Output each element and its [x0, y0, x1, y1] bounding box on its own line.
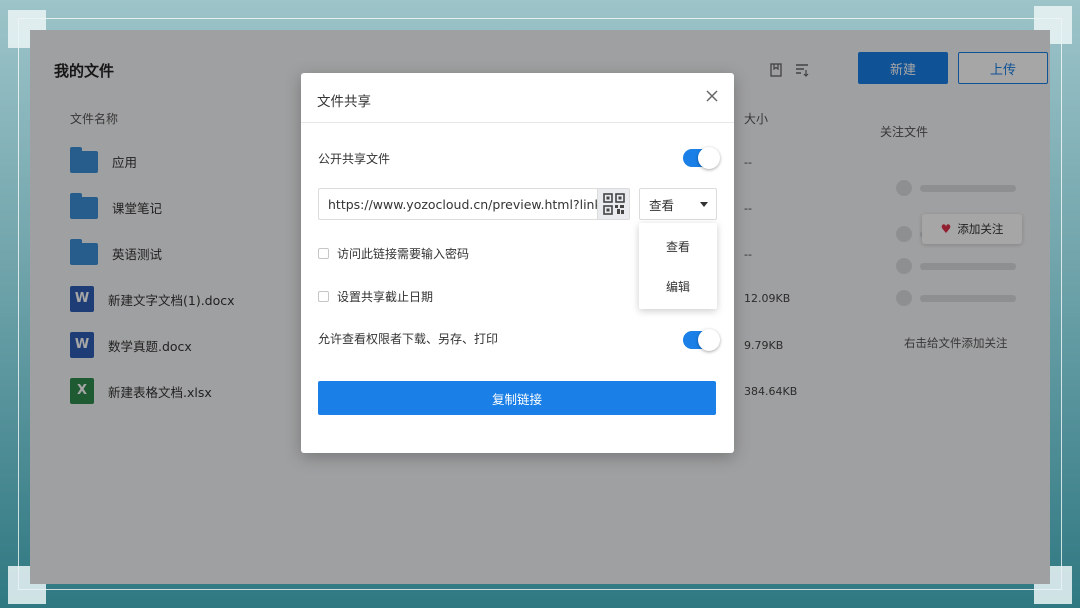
expiry-option[interactable]: 设置共享截止日期	[318, 288, 433, 305]
permission-option-edit[interactable]: 编辑	[639, 278, 717, 295]
password-label: 访问此链接需要输入密码	[337, 247, 470, 261]
allow-download-toggle[interactable]	[683, 329, 720, 351]
permission-dropdown: 查看 编辑	[639, 223, 717, 309]
password-option[interactable]: 访问此链接需要输入密码	[318, 245, 469, 262]
permission-selected: 查看	[649, 197, 675, 213]
expiry-label: 设置共享截止日期	[337, 290, 434, 304]
qr-code-icon	[602, 193, 625, 215]
dialog-header: 文件共享	[301, 73, 734, 123]
password-checkbox[interactable]	[318, 248, 329, 259]
close-icon[interactable]	[704, 88, 720, 104]
allow-download-label: 允许查看权限者下载、另存、打印	[318, 332, 499, 346]
caret-down-icon	[700, 202, 708, 207]
share-dialog: 文件共享 公开共享文件 https://www.yozocloud.cn/pre…	[301, 73, 734, 453]
share-link-text[interactable]: https://www.yozocloud.cn/preview.html?li…	[319, 197, 597, 212]
permission-option-view[interactable]: 查看	[639, 238, 717, 255]
dialog-title: 文件共享	[317, 94, 371, 110]
qr-code-button[interactable]	[597, 189, 629, 219]
permission-select[interactable]: 查看	[639, 188, 717, 220]
copy-link-button[interactable]: 复制链接	[318, 381, 716, 415]
share-link-field[interactable]: https://www.yozocloud.cn/preview.html?li…	[318, 188, 630, 220]
expiry-checkbox[interactable]	[318, 291, 329, 302]
public-share-label: 公开共享文件	[318, 152, 391, 166]
public-share-toggle[interactable]	[683, 147, 720, 169]
